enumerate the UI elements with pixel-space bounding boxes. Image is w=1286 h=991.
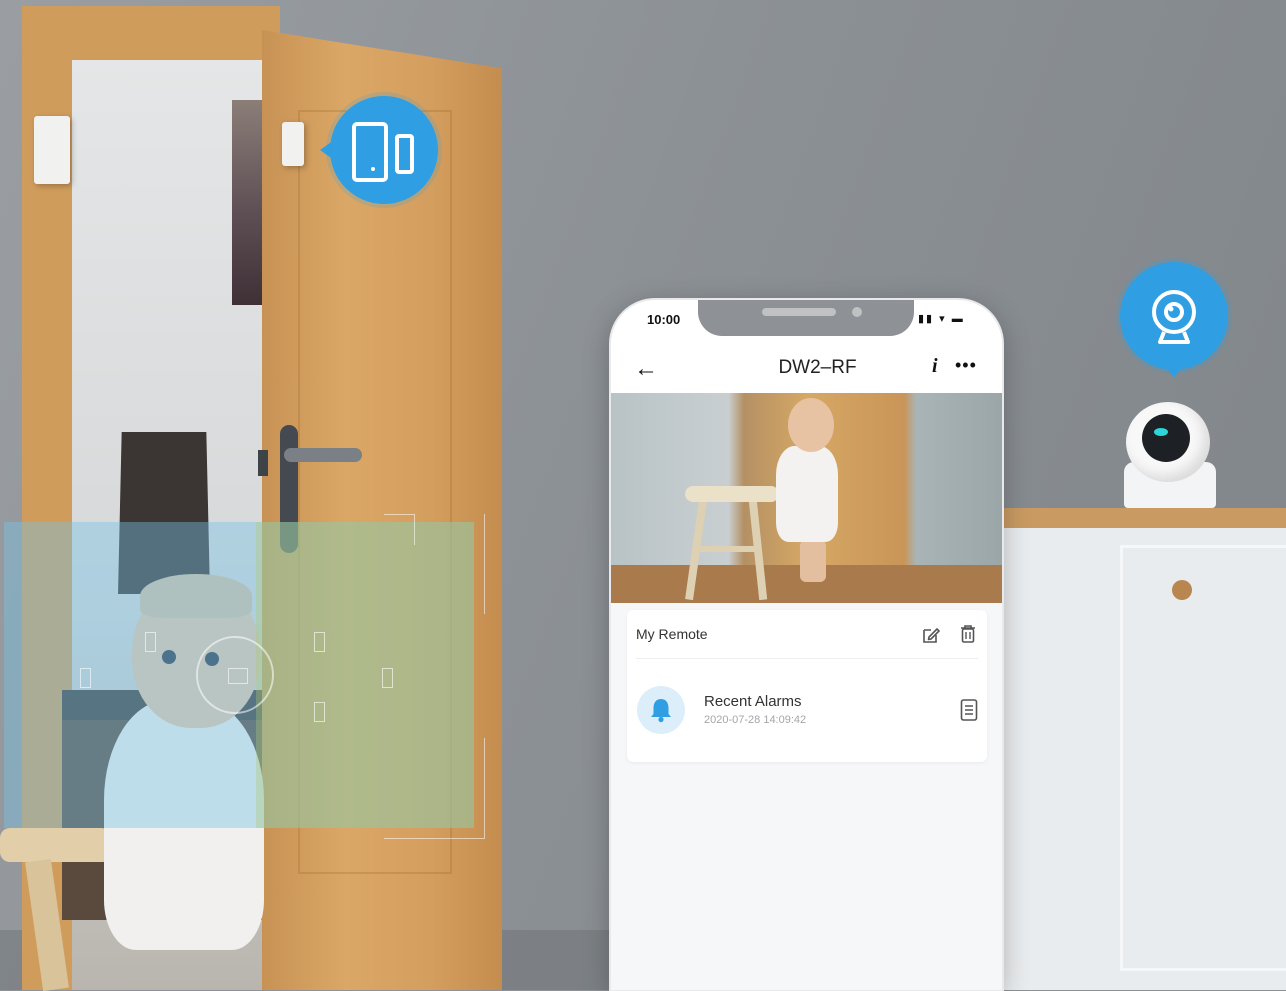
info-icon[interactable]: i: [932, 355, 938, 378]
document-icon[interactable]: [960, 698, 978, 722]
more-options-icon[interactable]: •••: [955, 355, 977, 376]
door-sensor-icon: [352, 122, 414, 182]
status-bar-time: 10:00: [647, 312, 681, 327]
status-bar-icons: ▮▮ ▾ ▬: [918, 313, 965, 325]
wall-painting: [232, 100, 266, 305]
device-title: DW2–RF: [778, 357, 857, 378]
detection-corner-bottom-right: [384, 738, 485, 839]
camera-lens-glint: [1154, 428, 1168, 436]
camera-callout: [1120, 262, 1228, 370]
video-baby-legs: [800, 540, 826, 582]
cabinet-door: [1120, 545, 1286, 971]
card-divider: [636, 658, 978, 659]
back-arrow-icon[interactable]: ←: [634, 355, 658, 383]
alarm-bell-badge: [637, 686, 685, 734]
video-stool-seat: [685, 486, 779, 502]
webcam-icon: [1152, 290, 1196, 344]
detection-corner-top-right: [384, 514, 415, 545]
stool-seat: [0, 828, 112, 862]
bell-icon: [651, 699, 671, 723]
phone-front-camera: [852, 307, 862, 317]
tracking-marker: [314, 702, 325, 722]
door-sensor-frame-part: [34, 116, 70, 184]
tracking-marker: [228, 668, 248, 684]
video-baby-body: [776, 446, 838, 542]
detection-edge-right: [454, 514, 485, 614]
video-stool-rung: [700, 546, 760, 552]
door-sensor-callout: [330, 96, 438, 204]
card-title: My Remote: [636, 626, 708, 642]
door-sensor-door-part: [282, 122, 304, 166]
video-baby-head: [788, 398, 834, 452]
door-hinge: [258, 450, 268, 476]
cabinet-top: [1002, 508, 1286, 528]
camera-lens: [1142, 414, 1190, 462]
edit-icon[interactable]: [920, 624, 942, 651]
recent-alarm-timestamp: 2020-07-28 14:09:42: [704, 714, 807, 726]
cabinet-knob: [1172, 580, 1192, 600]
tracking-marker: [145, 632, 156, 652]
tracking-marker: [314, 632, 325, 652]
recent-alarms-label[interactable]: Recent Alarms: [704, 693, 802, 710]
tracking-marker: [382, 668, 393, 688]
door-handle: [284, 448, 362, 462]
phone-notch: [698, 300, 914, 336]
tracking-marker: [80, 668, 91, 688]
trash-icon[interactable]: [959, 624, 977, 644]
phone-speaker: [762, 308, 836, 316]
